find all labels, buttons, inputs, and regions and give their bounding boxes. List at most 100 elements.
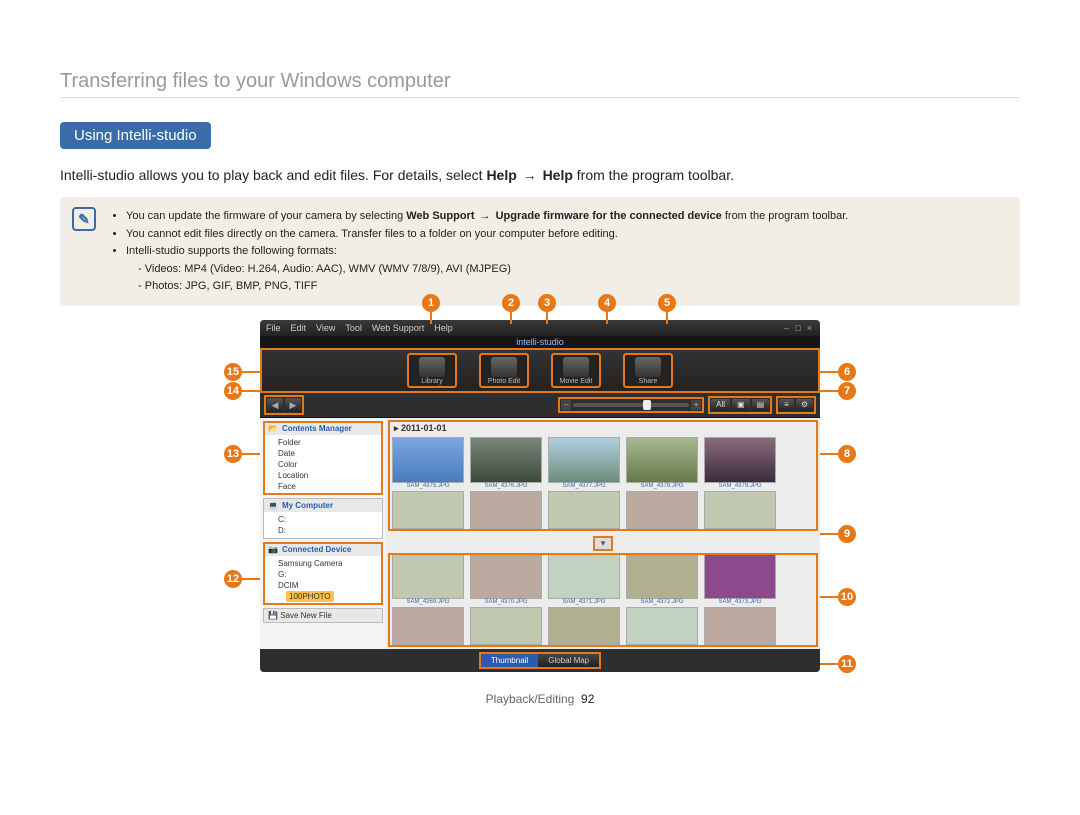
device-100photo[interactable]: 100PHOTO — [286, 591, 334, 602]
camera-icon: 📷 — [268, 545, 278, 554]
minimize-icon[interactable]: – — [782, 323, 791, 333]
drive-c[interactable]: C: — [278, 514, 378, 525]
sidebar: 📂 Contents Manager Folder Date Color Loca… — [260, 418, 386, 649]
thumbnail-zoom-slider[interactable]: – + — [558, 397, 704, 413]
callout-15: 15 — [224, 363, 242, 381]
thumbnail[interactable]: SAM_4370.JPG — [470, 553, 542, 605]
thumbnail[interactable] — [548, 491, 620, 529]
view-list-icon[interactable]: ≡ — [779, 399, 794, 411]
device-dcim[interactable]: DCIM — [278, 580, 378, 591]
thumbnail[interactable]: SAM_4376.JPG — [470, 437, 542, 489]
save-new-file-label: Save New File — [280, 611, 332, 620]
menu-edit[interactable]: Edit — [291, 323, 307, 333]
thumbnail-label: SAM_4379.JPG — [718, 483, 761, 489]
mode-movie-edit[interactable]: Movie Edit — [551, 353, 601, 388]
thumbnail[interactable]: SAM_4369.JPG — [392, 553, 464, 605]
thumbnail[interactable] — [704, 607, 776, 645]
connected-device-title: 📷 Connected Device — [264, 543, 382, 556]
mode-photo-edit[interactable]: Photo Edit — [479, 353, 529, 388]
intro-paragraph: Intelli-studio allows you to play back a… — [60, 167, 1020, 183]
zoom-knob[interactable] — [643, 400, 651, 410]
sidebar-item-date[interactable]: Date — [278, 448, 378, 459]
save-new-file[interactable]: 💾 Save New File — [263, 608, 383, 623]
callout-9: 9 — [838, 525, 856, 543]
note-bullet-1: You can update the firmware of your came… — [126, 208, 1006, 225]
menu-help[interactable]: Help — [434, 323, 453, 333]
thumbnail[interactable] — [548, 607, 620, 645]
bottom-thumbnail-group: SAM_4369.JPG SAM_4370.JPG SAM_4371.JPG S… — [388, 553, 818, 647]
thumbnail[interactable]: SAM_4372.JPG — [626, 553, 698, 605]
note-b1-post: from the program toolbar. — [725, 210, 849, 222]
device-camera[interactable]: Samsung Camera — [278, 558, 378, 569]
top-thumbnail-group: ▸ 2011-01-01 SAM_4375.JPG SAM_4376.JPG S… — [388, 420, 818, 531]
view-thumbnail-button[interactable]: Thumbnail — [481, 654, 538, 667]
note-b1-bold2: Upgrade firmware for the connected devic… — [496, 210, 722, 222]
callout-2: 2 — [502, 294, 520, 312]
thumbnail[interactable]: SAM_4371.JPG — [548, 553, 620, 605]
window-controls[interactable]: – □ × — [782, 323, 814, 333]
thumbnail[interactable]: SAM_4373.JPG — [704, 553, 776, 605]
intro-post: from the program toolbar. — [577, 167, 734, 183]
view-settings-icon[interactable]: ⚙ — [796, 399, 813, 411]
callout-6: 6 — [838, 363, 856, 381]
bottom-view-toggle[interactable]: Thumbnail Global Map — [479, 652, 601, 669]
thumbnail[interactable]: SAM_4375.JPG — [392, 437, 464, 489]
thumbnail-label: SAM_4371.JPG — [562, 599, 605, 605]
zoom-in-icon[interactable]: + — [691, 400, 701, 410]
sidebar-item-folder[interactable]: Folder — [278, 437, 378, 448]
callout-13: 13 — [224, 445, 242, 463]
filter-videos-icon[interactable]: ▤ — [752, 399, 770, 411]
zoom-out-icon[interactable]: – — [561, 400, 571, 410]
sidebar-item-location[interactable]: Location — [278, 470, 378, 481]
filter-all[interactable]: All ▣ ▤ — [708, 396, 772, 414]
app-screenshot: 1 2 3 4 5 15 14 13 12 6 7 8 9 10 11 File… — [260, 320, 820, 672]
divider-handle-icon[interactable]: ▾ — [593, 536, 614, 551]
arrow-icon: → — [478, 208, 493, 225]
thumbnail[interactable] — [626, 491, 698, 529]
contents-manager-title-label: Contents Manager — [282, 424, 352, 433]
menu-file[interactable]: File — [266, 323, 281, 333]
nav-forward-icon[interactable]: ▶ — [285, 398, 301, 412]
app-brand: intelli-studio — [260, 336, 820, 348]
menu-tool[interactable]: Tool — [345, 323, 362, 333]
callout-5: 5 — [658, 294, 676, 312]
thumbnail[interactable] — [470, 607, 542, 645]
thumbnail-label: SAM_4377.JPG — [562, 483, 605, 489]
thumbnail[interactable]: SAM_4377.JPG — [548, 437, 620, 489]
callout-4: 4 — [598, 294, 616, 312]
thumbnail[interactable] — [704, 491, 776, 529]
thumbnail[interactable]: SAM_4378.JPG — [626, 437, 698, 489]
maximize-icon[interactable]: □ — [793, 323, 802, 333]
breadcrumb: Transferring files to your Windows compu… — [60, 70, 1020, 98]
mode-row: Library Photo Edit Movie Edit Share — [260, 348, 820, 393]
mode-share[interactable]: Share — [623, 353, 673, 388]
sidebar-item-face[interactable]: Face — [278, 481, 378, 492]
thumbnail[interactable] — [392, 607, 464, 645]
drive-d[interactable]: D: — [278, 525, 378, 536]
menu-view[interactable]: View — [316, 323, 335, 333]
view-global-map-button[interactable]: Global Map — [538, 654, 599, 667]
thumbnail-label: SAM_4375.JPG — [406, 483, 449, 489]
thumbnail[interactable] — [626, 607, 698, 645]
thumbnail[interactable] — [392, 491, 464, 529]
connected-device-title-label: Connected Device — [282, 545, 351, 554]
contents-icon: 📂 — [268, 424, 278, 433]
note-bullet-3a: Videos: MP4 (Video: H.264, Audio: AAC), … — [138, 261, 1006, 278]
mode-library[interactable]: Library — [407, 353, 457, 388]
menu-web-support[interactable]: Web Support — [372, 323, 424, 333]
sidebar-item-color[interactable]: Color — [278, 459, 378, 470]
filter-photos-icon[interactable]: ▣ — [732, 399, 750, 411]
thumbnail[interactable]: SAM_4379.JPG — [704, 437, 776, 489]
pane-divider: ▾ — [386, 533, 820, 551]
intro-help1: Help — [486, 167, 516, 183]
contents-manager-panel: 📂 Contents Manager Folder Date Color Loca… — [263, 421, 383, 495]
intro-pre: Intelli-studio allows you to play back a… — [60, 167, 486, 183]
device-g-drive[interactable]: G: — [278, 569, 378, 580]
thumbnail[interactable] — [470, 491, 542, 529]
nav-back-icon[interactable]: ◀ — [267, 398, 283, 412]
close-icon[interactable]: × — [805, 323, 814, 333]
contents-manager-title: 📂 Contents Manager — [264, 422, 382, 435]
view-mode-toggles: ≡ ⚙ — [776, 396, 816, 414]
intro-help2: Help — [543, 167, 573, 183]
note-bullet-3b: Photos: JPG, GIF, BMP, PNG, TIFF — [138, 278, 1006, 295]
